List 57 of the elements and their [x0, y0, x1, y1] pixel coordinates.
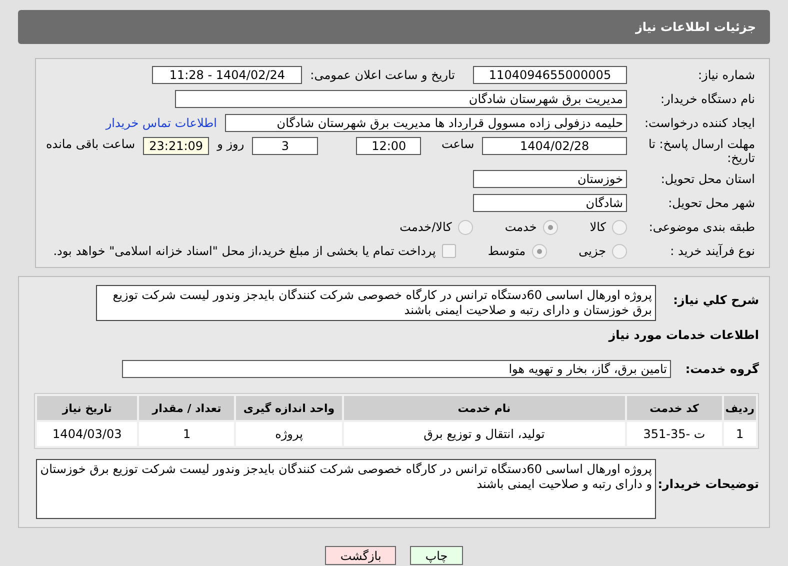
announce-date-field: 1404/02/24 - 11:28: [152, 66, 302, 84]
creator-field: حلیمه دزفولی زاده مسوول قرارداد ها مدیریت برق شهرستان شادگان: [225, 114, 627, 132]
deadline-time-field: 12:00: [356, 137, 422, 155]
radio-button[interactable]: [612, 220, 627, 234]
page-title: جزئیات اطلاعات نیاز: [18, 10, 770, 44]
radio-button[interactable]: [532, 244, 547, 258]
days-field: 3: [252, 137, 318, 155]
field-label: طبقه بندی موضوعی:: [648, 220, 755, 234]
contact-link[interactable]: اطلاعات تماس خریدار: [106, 116, 217, 130]
radio-label: جزیی: [578, 244, 606, 258]
checkbox[interactable]: [442, 244, 456, 258]
column-header: واحد اندازه گیری: [236, 396, 342, 420]
table-cell: 1404/03/03: [37, 422, 138, 446]
column-header: نام خدمت: [344, 396, 625, 420]
field-label: ایجاد کننده درخواست:: [643, 116, 755, 130]
province-field: خوزستان: [473, 170, 627, 188]
field-label: شماره نیاز:: [697, 68, 755, 82]
city-field: شادگان: [473, 194, 627, 212]
column-header: تعداد / مقدار: [139, 396, 234, 420]
radio-label: کالا: [590, 220, 606, 234]
radio-button[interactable]: [542, 220, 558, 234]
field-label: ساعت: [441, 137, 474, 151]
radio-label: خدمت: [504, 220, 537, 234]
table-cell: پروژه: [236, 422, 342, 446]
print-button[interactable]: چاپ: [410, 546, 463, 565]
description-field: پروژه اورهال اساسی 60دستگاه ترانس در کارگاه خصوصی شرکت کنندگان بایدجز وندور لیست شرکت توزیع برق خوزستان و دارای رتبه و صلاحیت ایمنی باشند: [96, 285, 656, 321]
field-label: روز و: [217, 137, 244, 151]
remaining-time-field: 23:21:09: [143, 137, 210, 155]
field-label: نوع فرآیند خرید :: [669, 244, 755, 258]
radio-label: متوسط: [488, 244, 526, 258]
section-heading: اطلاعات خدمات مورد نیاز: [608, 328, 759, 342]
checkbox-label: پرداخت تمام یا بخشی از مبلغ خرید،از محل "اسناد خزانه اسلامی" خواهد بود.: [53, 244, 436, 258]
field-label: استان محل تحویل:: [660, 172, 755, 186]
field-label: شرح کلي نياز:: [673, 293, 759, 307]
table-cell: ت -35-351: [626, 422, 722, 446]
radio-label: کالا/خدمت: [400, 220, 452, 234]
back-button[interactable]: بازگشت: [325, 546, 396, 565]
deadline-date-field: 1404/02/28: [482, 137, 627, 155]
field-label: گروه خدمت:: [685, 362, 759, 376]
column-header: کد خدمت: [626, 396, 722, 420]
field-label: شهر محل تحویل:: [667, 196, 755, 210]
column-header: تاریخ نیاز: [37, 396, 138, 420]
table-cell: 1: [139, 422, 234, 446]
field-label: ساعت باقی مانده: [46, 137, 136, 151]
buyer-notes-field: پروژه اورهال اساسی 60دستگاه ترانس در کارگاه خصوصی شرکت کنندگان بایدجز وندور لیست شرکت توزیع برق خوزستان و دارای رتبه و صلاحیت ایمنی باشند: [36, 459, 656, 519]
radio-button[interactable]: [458, 220, 473, 234]
service-group-field: تامین برق، گاز، بخار و تهویه هوا: [122, 360, 671, 378]
table-cell: تولید، انتقال و توزیع برق: [344, 422, 625, 446]
column-header: ردیف: [724, 396, 756, 420]
table-cell: 1: [724, 422, 756, 446]
buyer-field: مدیریت برق شهرستان شادگان: [175, 90, 627, 108]
field-label: توضیحات خریدار:: [658, 477, 759, 491]
need-number-field: 1104094655000005: [473, 66, 627, 84]
radio-button[interactable]: [612, 244, 627, 258]
field-label: تاریخ و ساعت اعلان عمومی:: [310, 68, 455, 82]
field-label: مهلت ارسال پاسخ: تا تاریخ:: [647, 137, 755, 165]
field-label: نام دستگاه خریدار:: [660, 92, 755, 106]
